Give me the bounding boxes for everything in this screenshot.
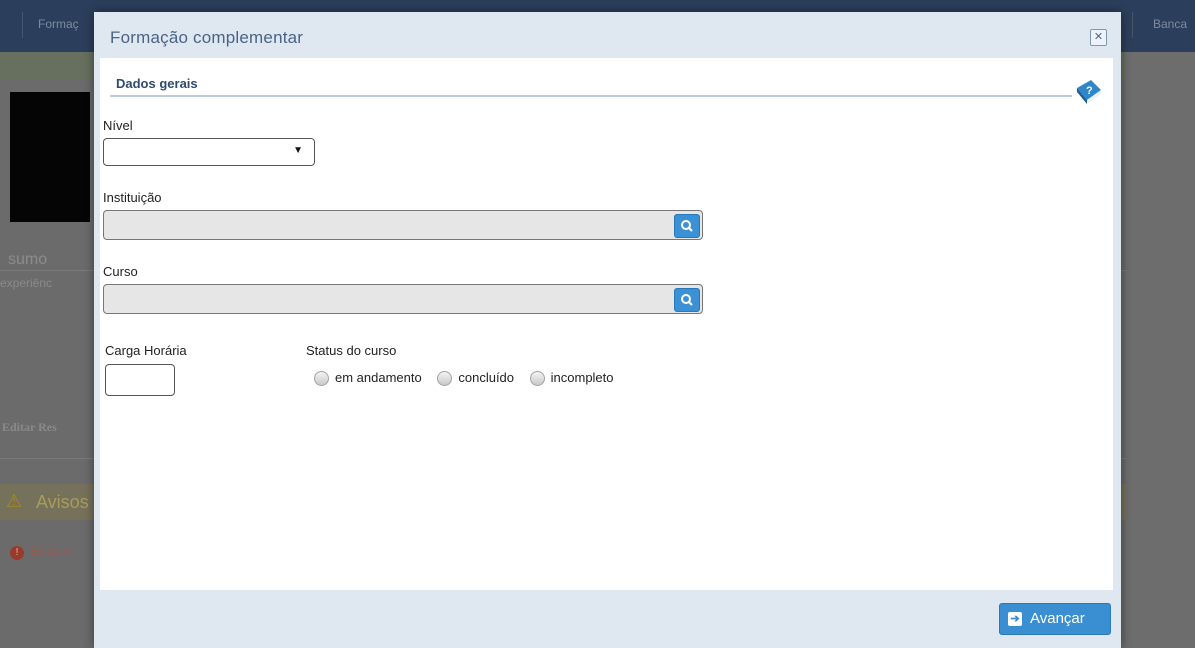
radio-label: concluído bbox=[458, 370, 515, 385]
carga-horaria-input[interactable] bbox=[105, 364, 175, 396]
background-photo bbox=[10, 92, 90, 222]
curso-label: Curso bbox=[103, 264, 138, 279]
status-option-incompleto[interactable]: incompleto bbox=[529, 370, 614, 387]
status-option-em-andamento[interactable]: em andamento bbox=[314, 370, 422, 387]
radio-button[interactable] bbox=[529, 371, 545, 387]
dropdown-arrow-icon: ▼ bbox=[293, 145, 303, 156]
background-error: ! Existem bbox=[10, 544, 73, 560]
curso-search-button[interactable] bbox=[674, 288, 700, 312]
section-title: Dados gerais bbox=[116, 76, 198, 91]
background-right-panel bbox=[1126, 52, 1195, 648]
curso-field[interactable] bbox=[103, 284, 703, 314]
radio-button[interactable] bbox=[437, 371, 453, 387]
status-radio-group: em andamento concluído incompleto bbox=[314, 370, 626, 387]
modal-content: Dados gerais ? Nível ▼ Instituição Curso bbox=[100, 58, 1113, 590]
close-button[interactable]: ✕ bbox=[1090, 29, 1107, 46]
close-icon: ✕ bbox=[1093, 31, 1104, 43]
error-text: Existem bbox=[30, 544, 73, 558]
search-icon bbox=[681, 294, 693, 306]
instituicao-field[interactable] bbox=[103, 210, 703, 240]
radio-label: em andamento bbox=[335, 370, 422, 385]
formacao-modal: Formação complementar ✕ Dados gerais ? N… bbox=[94, 12, 1121, 648]
radio-button[interactable] bbox=[314, 371, 329, 387]
background-edit-link: Editar Res bbox=[2, 420, 57, 434]
divider bbox=[1132, 12, 1133, 38]
background-menu-item: Formaç bbox=[38, 17, 79, 31]
warning-title: Avisos bbox=[36, 492, 89, 512]
background-subtext: experiênc bbox=[0, 276, 53, 290]
status-label: Status do curso bbox=[306, 343, 397, 358]
radio-label: incompleto bbox=[550, 370, 614, 385]
section-divider bbox=[110, 95, 1072, 97]
help-book-icon[interactable]: ? bbox=[1073, 78, 1103, 106]
nivel-label: Nível bbox=[103, 118, 133, 133]
advance-button-label: Avançar bbox=[1030, 610, 1085, 627]
instituicao-label: Instituição bbox=[103, 190, 162, 205]
warning-icon: ⚠ bbox=[6, 491, 23, 511]
background-menu-item: Banca bbox=[1153, 17, 1188, 31]
divider bbox=[22, 12, 23, 38]
carga-horaria-label: Carga Horária bbox=[105, 343, 187, 358]
error-icon: ! bbox=[10, 546, 24, 560]
status-option-concluido[interactable]: concluído bbox=[437, 370, 515, 387]
search-icon bbox=[681, 220, 693, 232]
modal-title: Formação complementar bbox=[110, 28, 304, 47]
nivel-select[interactable]: ▼ bbox=[103, 138, 315, 166]
advance-button[interactable]: ➔ Avançar bbox=[999, 603, 1111, 635]
instituicao-search-button[interactable] bbox=[674, 214, 700, 238]
arrow-right-icon: ➔ bbox=[1008, 612, 1022, 626]
svg-text:?: ? bbox=[1086, 85, 1093, 97]
background-heading: sumo bbox=[8, 251, 48, 268]
